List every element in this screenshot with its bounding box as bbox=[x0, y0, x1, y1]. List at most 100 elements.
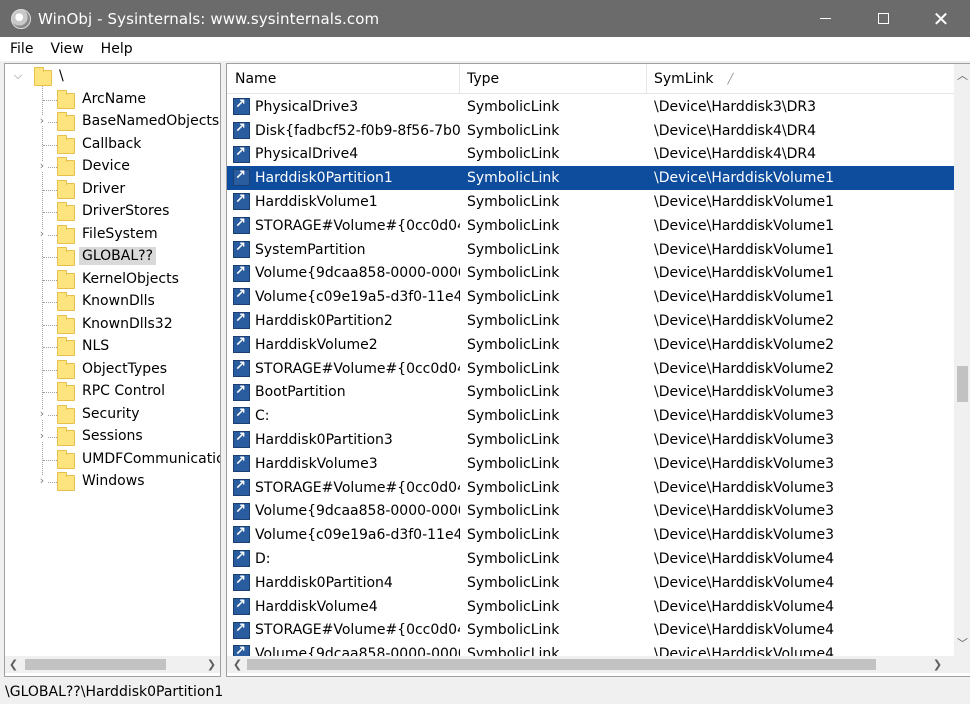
cell-symlink: \Device\HarddiskVolume1 bbox=[654, 217, 834, 234]
list-row[interactable]: D: SymbolicLink \Device\HarddiskVolume4 bbox=[227, 547, 954, 571]
tree-item[interactable]: NLS bbox=[5, 336, 220, 358]
maximize-button[interactable] bbox=[854, 0, 912, 37]
scroll-up-icon[interactable]: ︿ bbox=[954, 66, 970, 83]
symbolic-link-icon bbox=[233, 383, 250, 401]
chevron-down-icon[interactable]: ⌵ bbox=[13, 70, 23, 81]
cell-type: SymbolicLink bbox=[467, 574, 560, 591]
minimize-button[interactable] bbox=[796, 0, 854, 37]
folder-icon bbox=[57, 112, 75, 131]
menu-file[interactable]: File bbox=[3, 41, 40, 57]
folder-icon bbox=[57, 382, 75, 401]
chevron-right-icon[interactable]: › bbox=[37, 475, 47, 486]
scroll-left-icon[interactable]: ❮ bbox=[229, 656, 246, 673]
status-bar: \GLOBAL??\Harddisk0Partition1 bbox=[0, 680, 970, 704]
chevron-right-icon[interactable]: › bbox=[37, 115, 47, 126]
object-tree[interactable]: ⌵ \ ArcName › BaseNamedObjects Callback › Devic… bbox=[4, 63, 221, 677]
list-row[interactable]: HarddiskVolume4 SymbolicLink \Device\Hardd… bbox=[227, 595, 954, 619]
column-header-symlink[interactable]: SymLink ╱ bbox=[646, 64, 946, 94]
cell-symlink: \Device\HarddiskVolume4 bbox=[654, 574, 834, 591]
list-row[interactable]: STORAGE#Volume#{0cc0d04... SymbolicLink \D… bbox=[227, 357, 954, 381]
tree-item[interactable]: › Windows bbox=[5, 471, 220, 493]
list-row[interactable]: BootPartition SymbolicLink \Device\Harddis… bbox=[227, 381, 954, 405]
list-row[interactable]: Volume{c09e19a6-d3f0-11e4... SymbolicLink… bbox=[227, 523, 954, 547]
tree-item-label: ArcName bbox=[82, 90, 147, 107]
tree-item[interactable]: › BaseNamedObjects bbox=[5, 111, 220, 133]
list-row[interactable]: Harddisk0Partition2 SymbolicLink \Device\H… bbox=[227, 309, 954, 333]
tree-item[interactable]: KnownDlls bbox=[5, 291, 220, 313]
column-header-name[interactable]: Name bbox=[227, 64, 459, 94]
list-row[interactable]: Disk{fadbcf52-f0b9-8f56-7b0... SymbolicLi… bbox=[227, 119, 954, 143]
menu-view[interactable]: View bbox=[43, 41, 90, 57]
tree-item[interactable]: UMDFCommunicatio bbox=[5, 449, 220, 471]
tree-item[interactable]: › FileSystem bbox=[5, 224, 220, 246]
symbolic-link-icon bbox=[233, 264, 250, 282]
tree-item[interactable]: › Security bbox=[5, 404, 220, 426]
cell-symlink: \Device\HarddiskVolume3 bbox=[654, 384, 834, 401]
list-row[interactable]: SystemPartition SymbolicLink \Device\Hardd… bbox=[227, 238, 954, 262]
cell-symlink: \Device\Harddisk3\DR3 bbox=[654, 98, 817, 115]
tree-item[interactable]: KernelObjects bbox=[5, 269, 220, 291]
folder-icon bbox=[57, 269, 75, 289]
chevron-right-icon[interactable]: › bbox=[37, 228, 47, 239]
list-vertical-scrollbar[interactable]: ︿ ﹀ bbox=[954, 64, 970, 656]
list-row[interactable]: C: SymbolicLink \Device\HarddiskVolume3 bbox=[227, 404, 954, 428]
tree-item[interactable]: RPC Control bbox=[5, 381, 220, 403]
list-row[interactable]: Harddisk0Partition4 SymbolicLink \Device\H… bbox=[227, 571, 954, 595]
list-row[interactable]: Harddisk0Partition1 SymbolicLink \Device\H… bbox=[227, 166, 954, 191]
chevron-right-icon[interactable]: › bbox=[37, 408, 47, 419]
list-row[interactable]: PhysicalDrive4 SymbolicLink \Device\Harddi… bbox=[227, 143, 954, 167]
cell-type: SymbolicLink bbox=[467, 408, 560, 425]
list-horizontal-scrollbar[interactable]: ❮ ❯ bbox=[227, 656, 954, 673]
folder-icon bbox=[57, 337, 75, 356]
symbolic-link-icon bbox=[233, 168, 250, 187]
list-row[interactable]: Volume{c09e19a5-d3f0-11e4... SymbolicLink… bbox=[227, 285, 954, 309]
menu-help[interactable]: Help bbox=[94, 41, 140, 57]
list-row[interactable]: HarddiskVolume1 SymbolicLink \Device\Hardd… bbox=[227, 190, 954, 214]
cell-type: SymbolicLink bbox=[467, 384, 560, 401]
close-button[interactable]: ✕ bbox=[912, 0, 970, 37]
tree-item[interactable]: Callback bbox=[5, 134, 220, 156]
chevron-right-icon[interactable]: › bbox=[37, 160, 47, 171]
list-row[interactable]: Volume{9dcaa858-0000-0000... SymbolicLink… bbox=[227, 642, 954, 656]
chevron-right-icon[interactable]: › bbox=[37, 430, 47, 441]
tree-scroll-thumb[interactable] bbox=[25, 659, 166, 670]
list-row[interactable]: HarddiskVolume2 SymbolicLink \Device\Hardd… bbox=[227, 333, 954, 357]
tree-item[interactable]: GLOBAL?? bbox=[5, 246, 220, 268]
object-list[interactable]: Name Type SymLink╱ PhysicalDrive3 Symboli… bbox=[226, 63, 970, 677]
folder-icon bbox=[57, 292, 75, 311]
list-row[interactable]: Harddisk0Partition3 SymbolicLink \Device\H… bbox=[227, 428, 954, 452]
tree-item[interactable]: DriverStores bbox=[5, 201, 220, 223]
window-title: WinObj - Sysinternals: www.sysinternals.… bbox=[38, 9, 380, 28]
cell-name: Volume{9dcaa858-0000-0000... bbox=[255, 646, 460, 656]
symbolic-link-icon bbox=[233, 335, 250, 353]
symbolic-link-icon bbox=[233, 216, 250, 234]
symbolic-link-icon bbox=[233, 287, 250, 306]
list-row[interactable]: STORAGE#Volume#{0cc0d04... SymbolicLink \D… bbox=[227, 619, 954, 643]
column-header-type[interactable]: Type bbox=[459, 64, 646, 94]
tree-guide-line bbox=[43, 212, 57, 213]
tree-horizontal-scrollbar[interactable]: ❮ ❯ bbox=[5, 656, 220, 673]
scroll-left-icon[interactable]: ❮ bbox=[5, 656, 22, 673]
list-row[interactable]: PhysicalDrive3 SymbolicLink \Device\Harddi… bbox=[227, 95, 954, 119]
list-row[interactable]: HarddiskVolume3 SymbolicLink \Device\Hardd… bbox=[227, 452, 954, 476]
tree-item[interactable]: Driver bbox=[5, 179, 220, 201]
list-row[interactable]: STORAGE#Volume#{0cc0d04... SymbolicLink \D… bbox=[227, 476, 954, 500]
cell-type: SymbolicLink bbox=[467, 527, 560, 544]
scroll-right-icon[interactable]: ❯ bbox=[929, 656, 946, 673]
list-row[interactable]: Volume{9dcaa858-0000-0000... SymbolicLink… bbox=[227, 500, 954, 524]
cell-symlink: \Device\Harddisk4\DR4 bbox=[654, 146, 817, 163]
tree-item[interactable]: ArcName bbox=[5, 89, 220, 111]
tree-item[interactable]: › Sessions bbox=[5, 426, 220, 448]
list-scroll-thumb-h[interactable] bbox=[247, 659, 876, 670]
list-row[interactable]: Volume{9dcaa858-0000-0000... SymbolicLink… bbox=[227, 262, 954, 286]
cell-name: SystemPartition bbox=[255, 241, 366, 258]
tree-item[interactable]: › Device bbox=[5, 156, 220, 178]
scroll-down-icon[interactable]: ﹀ bbox=[954, 634, 970, 651]
scroll-right-icon[interactable]: ❯ bbox=[203, 656, 220, 673]
tree-item[interactable]: KnownDlls32 bbox=[5, 314, 220, 336]
list-scroll-thumb-v[interactable] bbox=[957, 366, 968, 402]
tree-item-label: Sessions bbox=[82, 428, 143, 444]
tree-item-root[interactable]: ⌵ \ bbox=[5, 66, 220, 88]
list-row[interactable]: STORAGE#Volume#{0cc0d04... SymbolicLink \D… bbox=[227, 214, 954, 238]
tree-item[interactable]: ObjectTypes bbox=[5, 359, 220, 381]
